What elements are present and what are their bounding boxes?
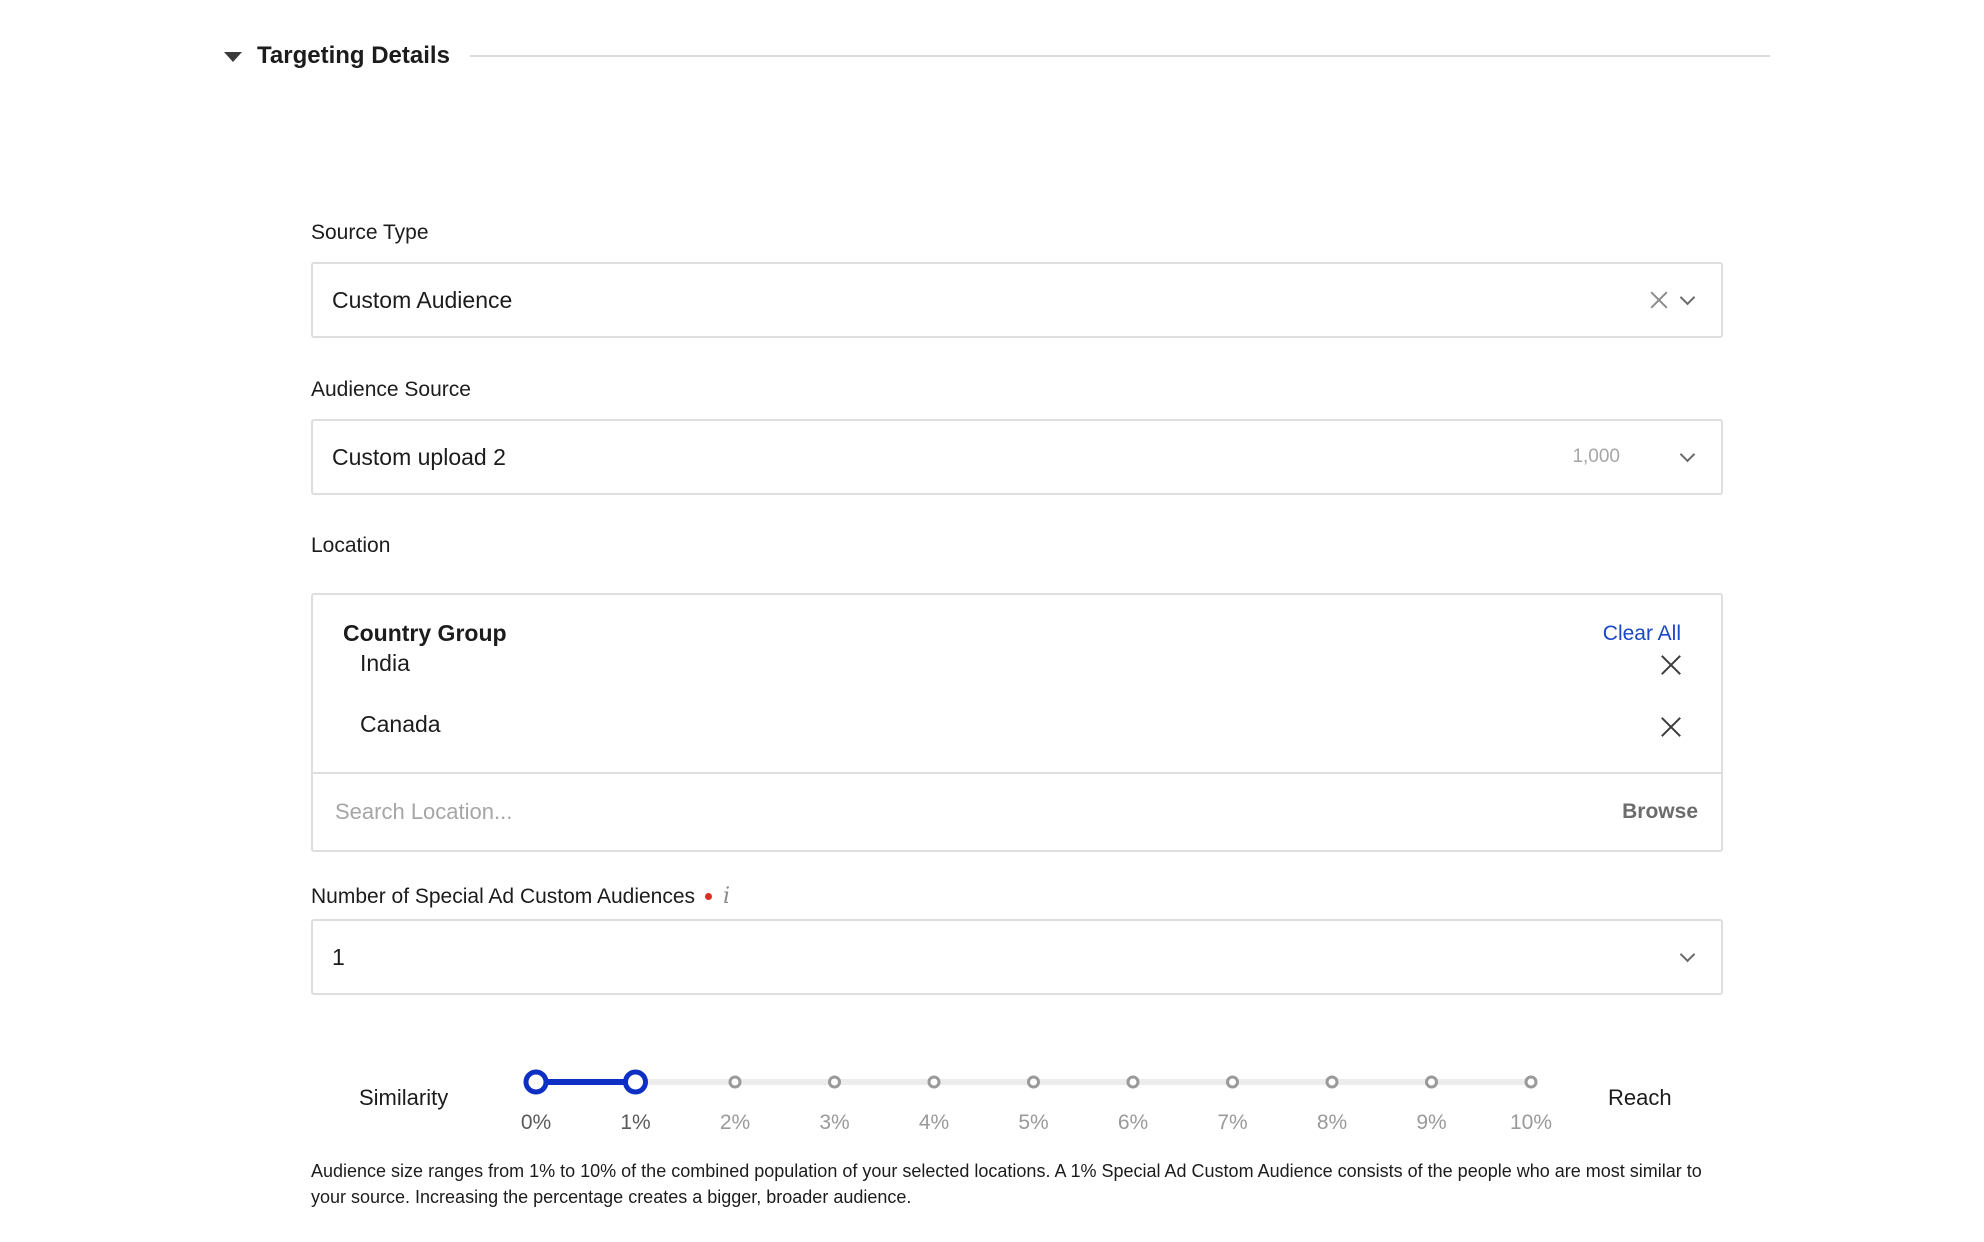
slider-tick-label: 9% [1416, 1111, 1446, 1134]
source-type-label: Source Type [311, 221, 429, 244]
location-search-row: Browse [311, 772, 1723, 852]
slider-tick-dot[interactable] [1226, 1075, 1239, 1089]
location-item-canada: Canada [360, 711, 441, 737]
similarity-reach-slider: Similarity 0% 1% 2% 3% 4% 5% 6% 7% 8% 9% 10% Reach [311, 1060, 1723, 1140]
num-audiences-label: Number of Special Ad Custom Audiences i [311, 884, 730, 909]
slider-tick-label: 10% [1510, 1111, 1552, 1134]
location-item-india: India [360, 650, 410, 676]
num-audiences-value: 1 [332, 943, 345, 970]
required-indicator [705, 893, 713, 900]
source-type-value: Custom Audience [332, 286, 513, 313]
section-divider [469, 55, 1770, 57]
slider-tick-label: 0% [521, 1111, 551, 1134]
audience-source-select[interactable]: Custom upload 2 1,000 [311, 419, 1723, 495]
slider-tick-dot[interactable] [728, 1075, 742, 1089]
slider-tick-label: 7% [1217, 1111, 1247, 1134]
help-text: Audience size ranges from 1% to 10% of t… [311, 1161, 1702, 1207]
slider-tick-dot[interactable] [1027, 1075, 1040, 1089]
num-audiences-select[interactable]: 1 [311, 919, 1723, 995]
slider-tick-dot[interactable] [1425, 1075, 1438, 1089]
slider-tick-dot[interactable] [927, 1075, 941, 1089]
reach-label: Reach [1608, 1085, 1672, 1110]
chevron-down-icon[interactable] [1679, 946, 1696, 962]
section-header: Targeting Details [222, 36, 1770, 76]
audience-size-count: 1,000 [1572, 446, 1620, 467]
remove-india-icon[interactable] [1661, 655, 1681, 675]
slider-tick-label: 5% [1018, 1111, 1048, 1134]
slider-tick-label: 8% [1317, 1111, 1347, 1134]
country-group-title: Country Group [343, 620, 507, 646]
slider-tick-label: 1% [620, 1111, 650, 1134]
slider-handle[interactable] [523, 1069, 549, 1095]
remove-canada-icon[interactable] [1661, 717, 1681, 737]
location-label: Location [311, 534, 391, 557]
chevron-down-icon[interactable] [1679, 446, 1696, 462]
caret-down-icon[interactable] [224, 52, 242, 62]
audience-source-value: Custom upload 2 [332, 443, 506, 470]
slider-tick-dot[interactable] [1325, 1075, 1339, 1089]
clear-all-link[interactable]: Clear All [1603, 622, 1681, 646]
slider-tick-label: 6% [1118, 1111, 1148, 1134]
slider-handle[interactable] [623, 1069, 648, 1095]
slider-tick-label: 4% [919, 1111, 949, 1134]
chevron-down-icon[interactable] [1679, 289, 1696, 305]
search-location-input[interactable] [335, 799, 1623, 825]
slider-tick-dot[interactable] [1126, 1075, 1140, 1089]
section-title[interactable]: Targeting Details [257, 42, 450, 70]
audience-source-label: Audience Source [311, 378, 471, 401]
slider-tick-dot[interactable] [1524, 1075, 1538, 1089]
slider-tick-label: 2% [720, 1111, 750, 1134]
slider-track[interactable]: 0% 1% 2% 3% 4% 5% 6% 7% 8% 9% 10% [311, 1060, 1723, 1140]
slider-tick-label: 3% [819, 1111, 849, 1134]
num-audiences-label-text: Number of Special Ad Custom Audiences [311, 884, 696, 908]
source-type-select[interactable]: Custom Audience [311, 262, 1723, 338]
slider-tick-dot[interactable] [828, 1075, 841, 1089]
info-icon[interactable]: i [723, 884, 730, 909]
clear-icon[interactable] [1650, 291, 1668, 309]
browse-button[interactable]: Browse [1622, 800, 1698, 824]
location-selection-box: Country Group Clear All India Canada [311, 593, 1723, 775]
